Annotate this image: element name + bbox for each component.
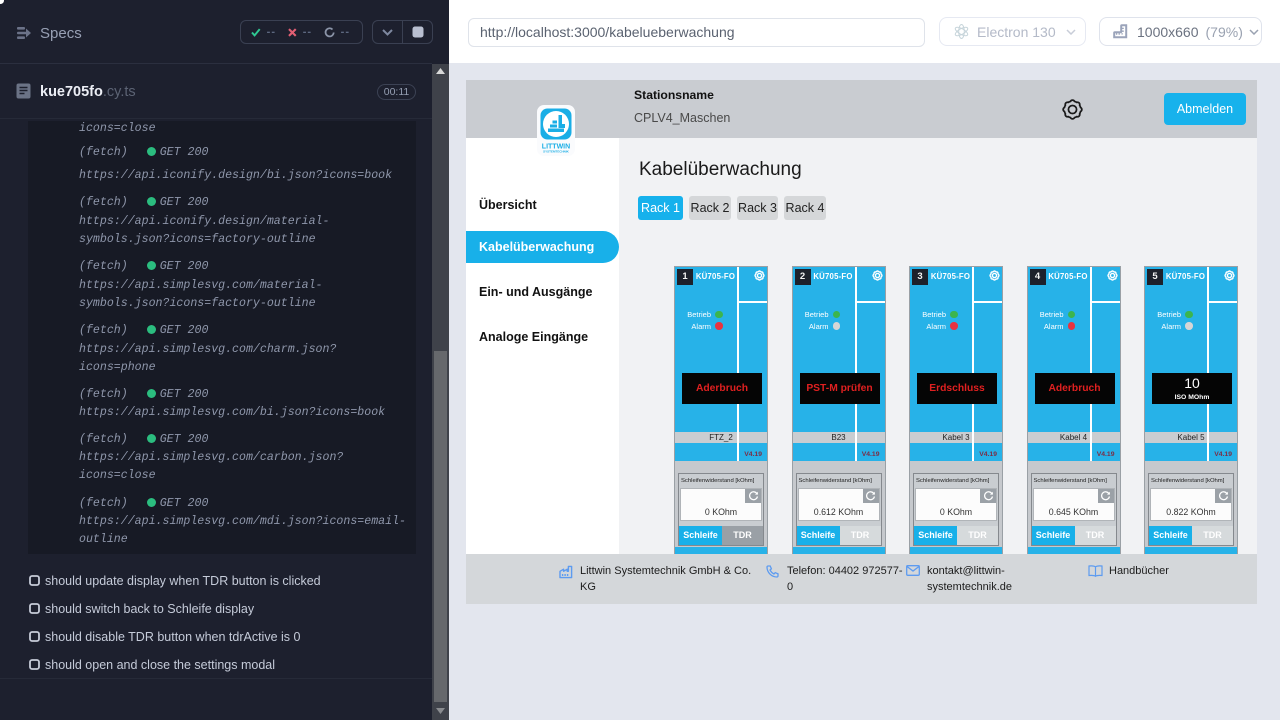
svg-text:SYSTEMTECHNIK: SYSTEMTECHNIK xyxy=(543,150,570,154)
